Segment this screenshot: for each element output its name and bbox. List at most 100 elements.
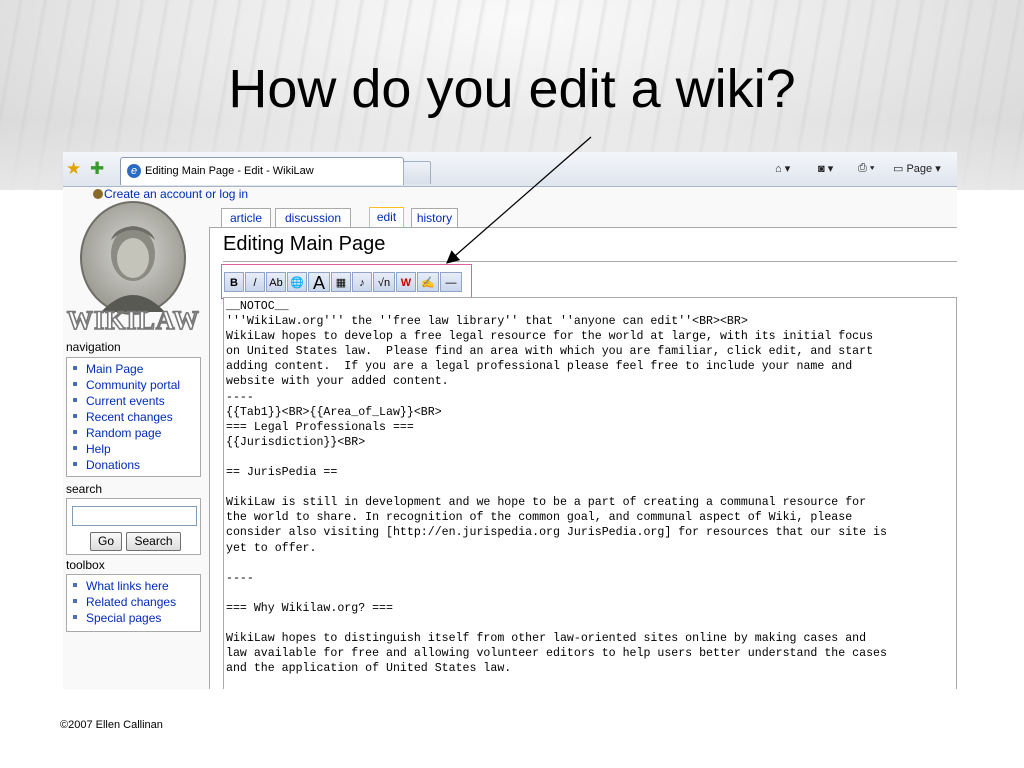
nav-item-label: Random page (86, 426, 162, 440)
nowiki-icon[interactable]: W (396, 272, 416, 292)
editor-line: '''WikiLaw.org''' the ''free law library… (226, 315, 748, 329)
page-menu-label: Page (906, 163, 933, 175)
logo-text: WIKILAW (66, 305, 200, 336)
toolbox-portlet: What links here Related changes Special … (66, 574, 201, 632)
nav-item-label: Community portal (86, 378, 181, 392)
bullet-icon (73, 366, 77, 370)
nav-item-main-page[interactable]: Main Page (73, 361, 200, 377)
login-text: Create an account or log in (104, 187, 249, 201)
print-icon[interactable]: ⎙ ▾ (858, 162, 874, 175)
toolbox-item-what-links-here[interactable]: What links here (73, 578, 200, 594)
editor-line: adding content. If you are a legal profe… (226, 360, 853, 374)
browser-toolbar: ★ ✚ e Editing Main Page - Edit - WikiLaw… (63, 152, 957, 187)
bullet-icon (73, 446, 77, 450)
editor-line: === Why Wikilaw.org? === (226, 601, 393, 615)
navigation-heading: navigation (66, 340, 121, 354)
editor-line: __NOTOC__ (226, 300, 289, 313)
nav-item-label: Current events (86, 394, 165, 408)
go-button[interactable]: Go (90, 532, 122, 551)
toolbox-item-special-pages[interactable]: Special pages (73, 610, 200, 626)
page-heading: Editing Main Page (223, 233, 386, 255)
wikilaw-logo[interactable]: WIKILAW (66, 200, 200, 336)
editor-line: on United States law. Please find an are… (226, 345, 874, 359)
nav-item-label: Main Page (86, 362, 144, 376)
browser-tab[interactable]: e Editing Main Page - Edit - WikiLaw (120, 157, 404, 185)
favorites-star-icon[interactable]: ★ (66, 159, 81, 179)
editor-line: WikiLaw hopes to distinguish itself from… (226, 632, 867, 646)
italic-icon[interactable]: / (245, 272, 265, 292)
new-tab-button[interactable] (403, 161, 431, 184)
navigation-portlet: Main Page Community portal Current event… (66, 357, 201, 477)
internal-link-icon[interactable]: Ab (266, 272, 286, 292)
search-portlet: Go Search (66, 498, 201, 555)
editor-line: yet to offer. (226, 541, 317, 555)
nav-item-donations[interactable]: Donations (73, 457, 200, 473)
bullet-icon (73, 398, 77, 402)
editor-line: and the application of United States law… (226, 662, 512, 676)
signature-icon[interactable]: ✍ (417, 272, 439, 292)
editor-line: ---- (226, 390, 254, 404)
editor-line: {{Tab1}}<BR>{{Area_of_Law}}<BR> (226, 405, 442, 419)
tab-history[interactable]: history (411, 208, 458, 227)
nav-item-recent-changes[interactable]: Recent changes (73, 409, 200, 425)
search-button[interactable]: Search (126, 532, 181, 551)
wikitext-editor[interactable]: __NOTOC__ '''WikiLaw.org''' the ''free la… (223, 297, 957, 689)
browser-tab-title: Editing Main Page - Edit - WikiLaw (145, 165, 314, 177)
editor-line: WikiLaw hopes to develop a free legal re… (226, 330, 874, 344)
home-icon[interactable]: ⌂ ▾ (775, 162, 790, 175)
copyright-text: ©2007 Ellen Callinan (60, 719, 163, 731)
nav-item-label: Help (86, 442, 111, 456)
editor-line: WikiLaw is still in development and we h… (226, 496, 867, 510)
login-link[interactable]: Create an account or log in (93, 187, 248, 201)
bold-icon[interactable]: B (224, 272, 244, 292)
toolbox-heading: toolbox (66, 558, 105, 572)
editor-line: law available for free and allowing volu… (226, 647, 887, 661)
add-favorites-icon[interactable]: ✚ (90, 159, 104, 179)
nav-item-random-page[interactable]: Random page (73, 425, 200, 441)
bullet-icon (73, 615, 77, 619)
tab-discussion[interactable]: discussion (275, 208, 351, 227)
tab-article[interactable]: article (221, 208, 271, 227)
nav-item-community-portal[interactable]: Community portal (73, 377, 200, 393)
headline-icon[interactable]: A (308, 272, 330, 292)
toolbox-item-label: What links here (86, 579, 169, 593)
toolbox-item-related-changes[interactable]: Related changes (73, 594, 200, 610)
bullet-icon (73, 599, 77, 603)
slide-title: How do you edit a wiki? (228, 59, 796, 119)
editor-line: {{Jurisdiction}}<BR> (226, 435, 366, 449)
content-area: Editing Main Page B / Ab 🌐 A ▦ ♪ √n W ✍ — __NOTOC_… (209, 227, 957, 689)
bullet-icon (73, 430, 77, 434)
editor-line: consider also visiting [http://en.jurisp… (226, 526, 887, 540)
nav-item-label: Recent changes (86, 410, 173, 424)
search-input[interactable] (72, 506, 197, 526)
editor-line: website with your added content. (226, 375, 449, 389)
browser-screenshot: ★ ✚ e Editing Main Page - Edit - WikiLaw… (63, 152, 957, 689)
media-file-icon[interactable]: ♪ (352, 272, 372, 292)
nav-item-current-events[interactable]: Current events (73, 393, 200, 409)
nav-item-label: Donations (86, 458, 141, 472)
heading-divider (223, 261, 957, 262)
embedded-image-icon[interactable]: ▦ (331, 272, 351, 292)
horizontal-line-icon[interactable]: — (440, 272, 462, 292)
wiki-page: Create an account or log in WIKILAW navi… (63, 187, 957, 689)
external-link-icon[interactable]: 🌐 (287, 272, 307, 292)
page-menu[interactable]: ▭ Page ▾ (893, 162, 941, 175)
editor-line: the world to share. In recognition of th… (226, 511, 853, 525)
user-icon (93, 189, 103, 199)
toolbox-item-label: Related changes (86, 595, 177, 609)
bullet-icon (73, 414, 77, 418)
tab-edit[interactable]: edit (369, 207, 404, 227)
editor-line: === Legal Professionals === (226, 420, 414, 434)
feeds-icon[interactable]: ◙ ▾ (818, 162, 833, 175)
bullet-icon (73, 462, 77, 466)
nav-item-help[interactable]: Help (73, 441, 200, 457)
math-formula-icon[interactable]: √n (373, 272, 395, 292)
editor-line: == JurisPedia == (226, 466, 338, 480)
editor-line: ---- (226, 571, 254, 585)
search-heading: search (66, 482, 103, 496)
